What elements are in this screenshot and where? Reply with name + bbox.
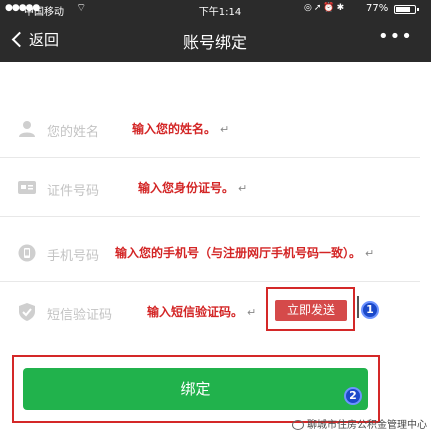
phone-field[interactable]: 手机号码 (47, 245, 99, 264)
nav-bar: 返回 账号绑定 ••• (0, 18, 431, 62)
return-mark: ↵ (365, 247, 375, 260)
id-number-hint: 输入您身份证号。 ↵ (138, 179, 247, 196)
wifi-icon: ⌔ (76, 1, 87, 14)
sms-code-hint: 输入短信验证码。 ↵ (147, 303, 256, 320)
return-mark: ↵ (247, 306, 257, 319)
phone-row[interactable]: 手机号码 输入您的手机号（与注册网厅手机号码一致）。 ↵ (0, 226, 420, 282)
watermark: 聊城市住房公积金管理中心 (292, 416, 427, 431)
return-mark: ↵ (220, 123, 230, 136)
send-code-button[interactable]: 立即发送 (275, 300, 347, 321)
phone-icon (18, 244, 36, 262)
user-icon (19, 121, 35, 137)
shield-check-icon (19, 303, 35, 321)
page-title: 账号绑定 (182, 33, 247, 52)
carrier-name: 中国移动 (24, 7, 64, 18)
clock: 下午1:14 (198, 7, 242, 18)
back-label: 返回 (29, 31, 60, 49)
return-mark: ↵ (238, 182, 248, 195)
text-cursor-mark (357, 296, 359, 318)
chevron-left-icon (11, 31, 28, 48)
id-card-icon (18, 181, 36, 194)
bind-button[interactable]: 绑定 (23, 368, 368, 410)
back-button[interactable]: 返回 (10, 29, 59, 50)
name-field[interactable]: 您的姓名 (47, 121, 99, 140)
step-1-badge: 1 (361, 301, 379, 319)
id-number-row[interactable]: 证件号码 输入您身份证号。 ↵ (0, 161, 420, 217)
step-2-badge: 2 (344, 387, 362, 405)
name-row[interactable]: 您的姓名 输入您的姓名。 ↵ (0, 102, 420, 158)
status-bar: ●●●●● 中国移动 ⌔ 下午1:14 ◎➚⏰✱ 77% (0, 0, 431, 18)
wechat-icon (292, 420, 304, 430)
more-menu-button[interactable]: ••• (378, 26, 413, 47)
phone-hint-text: 输入您的手机号（与注册网厅手机号码一致）。 (115, 246, 362, 260)
sms-code-field[interactable]: 短信验证码 (47, 304, 112, 323)
battery-icon (394, 5, 419, 14)
sms-code-hint-text: 输入短信验证码。 (147, 305, 244, 319)
system-status-icons: ◎➚⏰✱ (304, 3, 347, 13)
name-hint: 输入您的姓名。 ↵ (132, 120, 229, 137)
battery-percent: 77% (366, 3, 389, 14)
watermark-text: 聊城市住房公积金管理中心 (307, 420, 427, 431)
id-number-field[interactable]: 证件号码 (47, 180, 99, 199)
id-number-hint-text: 输入您身份证号。 (138, 181, 235, 195)
name-hint-text: 输入您的姓名。 (132, 122, 217, 136)
phone-hint: 输入您的手机号（与注册网厅手机号码一致）。 ↵ (115, 244, 374, 261)
